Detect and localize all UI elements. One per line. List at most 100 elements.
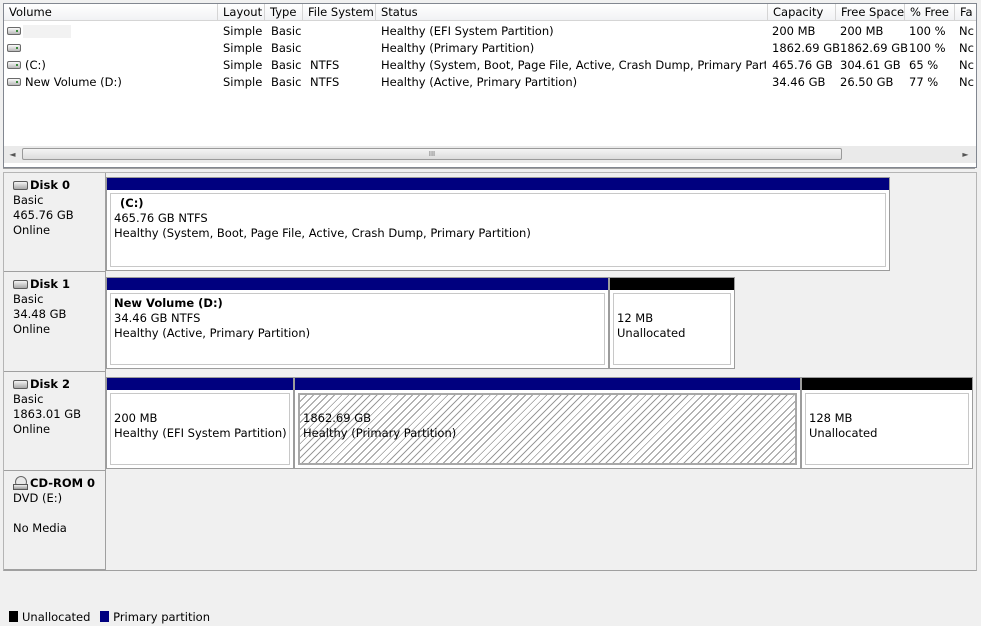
volume-status: Healthy (System, Boot, Page File, Active… [381,58,766,72]
legend-primary-partition: Primary partition [113,610,210,624]
volume-free-space: 304.61 GB [840,58,901,72]
volume-percent-free: 77 % [909,75,939,89]
volume-percent-free: 100 % [909,24,946,38]
column-header-file-system[interactable]: File System [303,4,376,21]
volume-free-space: 26.50 GB [840,75,894,89]
partition-status: Unallocated [809,426,878,440]
unallocated-swatch [9,611,18,622]
partition-status: Unallocated [617,326,686,340]
primary-partition-bar [107,278,608,290]
partition-size: 34.46 GB NTFS [114,311,201,325]
volume-free-space: 1862.69 GB [840,41,909,55]
disk-type: DVD (E:) [13,491,63,505]
column-header-volume[interactable]: Volume [4,4,218,21]
volume-type: Basic [271,58,302,72]
volume-status: Healthy (EFI System Partition) [381,24,554,38]
disk-name: CD-ROM 0 [30,476,96,490]
volume-capacity: 34.46 GB [772,75,826,89]
column-header-fault-tolerance[interactable]: Fa [955,4,976,21]
volume-fault-tolerance: Nc [959,41,974,55]
disk-name: Disk 0 [30,178,70,192]
disk-type: Basic [13,392,44,406]
partition-d[interactable]: New Volume (D:) 34.46 GB NTFS Healthy (A… [106,277,609,369]
volume-percent-free: 65 % [909,58,939,72]
disk-1-label[interactable]: Disk 1 Basic 34.48 GB Online [4,272,106,372]
disk-2-label[interactable]: Disk 2 Basic 1863.01 GB Online [4,372,106,471]
drive-icon [7,61,21,69]
volume-row[interactable]: Simple Basic Healthy (EFI System Partiti… [4,23,976,40]
disk-0-label[interactable]: Disk 0 Basic 465.76 GB Online [4,173,106,272]
partition-size: 12 MB [617,311,654,325]
column-header-type[interactable]: Type [265,4,303,21]
volume-list[interactable]: Volume Layout Type File System Status Ca… [3,3,977,168]
legend: Unallocated Primary partition [3,609,603,626]
volume-row[interactable]: (C:) Simple Basic NTFS Healthy (System, … [4,57,976,74]
column-header-percent-free[interactable]: % Free [905,4,955,21]
disk-status: No Media [13,521,67,535]
hard-disk-icon [13,380,28,389]
column-header-capacity[interactable]: Capacity [768,4,836,21]
partition-label: (C:) [120,196,144,210]
disk-type: Basic [13,193,44,207]
volume-capacity: 200 MB [772,24,816,38]
cdrom-0-label[interactable]: CD-ROM 0 DVD (E:) No Media [4,471,106,570]
legend-unallocated: Unallocated [22,610,91,624]
volume-layout: Simple [223,75,263,89]
volume-file-system: NTFS [310,75,340,89]
partition-c[interactable]: (C:) 465.76 GB NTFS Healthy (System, Boo… [106,177,890,271]
disk-size: 34.48 GB [13,307,67,321]
primary-partition-swatch [100,611,110,622]
hard-disk-icon [13,181,28,190]
volume-row[interactable]: New Volume (D:) Simple Basic NTFS Health… [4,74,976,91]
cdrom-icon [13,476,28,490]
volume-name-blank [23,25,71,38]
column-header-free-space[interactable]: Free Space [836,4,905,21]
column-header-layout[interactable]: Layout [218,4,265,21]
volume-percent-free: 100 % [909,41,946,55]
unallocated-bar [610,278,734,290]
volume-free-space: 200 MB [840,24,884,38]
partition-size: 128 MB [809,411,853,425]
unallocated-space[interactable]: 12 MB Unallocated [609,277,735,369]
unallocated-space[interactable]: 128 MB Unallocated [801,377,973,469]
volume-layout: Simple [223,58,263,72]
volume-layout: Simple [223,24,263,38]
volume-fault-tolerance: Nc [959,58,974,72]
drive-icon [7,27,21,35]
disk-size: 465.76 GB [13,208,74,222]
volume-row[interactable]: Simple Basic Healthy (Primary Partition)… [4,40,976,57]
horizontal-scrollbar[interactable]: ◄ III ► [4,146,976,163]
disk-status: Online [13,223,51,237]
volume-layout: Simple [223,41,263,55]
primary-partition-bar [107,378,293,390]
column-header-status[interactable]: Status [376,4,768,21]
partition-status: Healthy (EFI System Partition) [114,426,287,440]
partition-primary-selected[interactable]: 1862.69 GB Healthy (Primary Partition) [294,377,801,469]
volume-status: Healthy (Active, Primary Partition) [381,75,578,89]
volume-status: Healthy (Primary Partition) [381,41,535,55]
volume-capacity: 465.76 GB [772,58,833,72]
disk-type: Basic [13,292,44,306]
disk-status: Online [13,322,51,336]
partition-status: Healthy (Primary Partition) [303,426,457,440]
partition-size: 1862.69 GB [303,411,372,425]
hard-disk-icon [13,280,28,289]
disk-size: 1863.01 GB [13,407,82,421]
partition-size: 200 MB [114,411,158,425]
drive-icon [7,78,21,86]
volume-name: New Volume (D:) [25,75,122,89]
partition-status: Healthy (System, Boot, Page File, Active… [114,226,531,240]
partition-size: 465.76 GB NTFS [114,211,208,225]
disk-name: Disk 1 [30,277,70,291]
primary-partition-bar [295,378,800,390]
volume-list-header: Volume Layout Type File System Status Ca… [4,4,976,22]
scroll-right-arrow-icon[interactable]: ► [957,146,974,163]
volume-file-system: NTFS [310,58,340,72]
partition-label: New Volume (D:) [114,296,223,310]
partition-efi[interactable]: 200 MB Healthy (EFI System Partition) [106,377,294,469]
primary-partition-bar [107,178,889,190]
volume-type: Basic [271,24,302,38]
scroll-left-arrow-icon[interactable]: ◄ [4,146,21,163]
scrollbar-thumb[interactable]: III [22,148,842,160]
pane-splitter[interactable] [3,168,975,169]
